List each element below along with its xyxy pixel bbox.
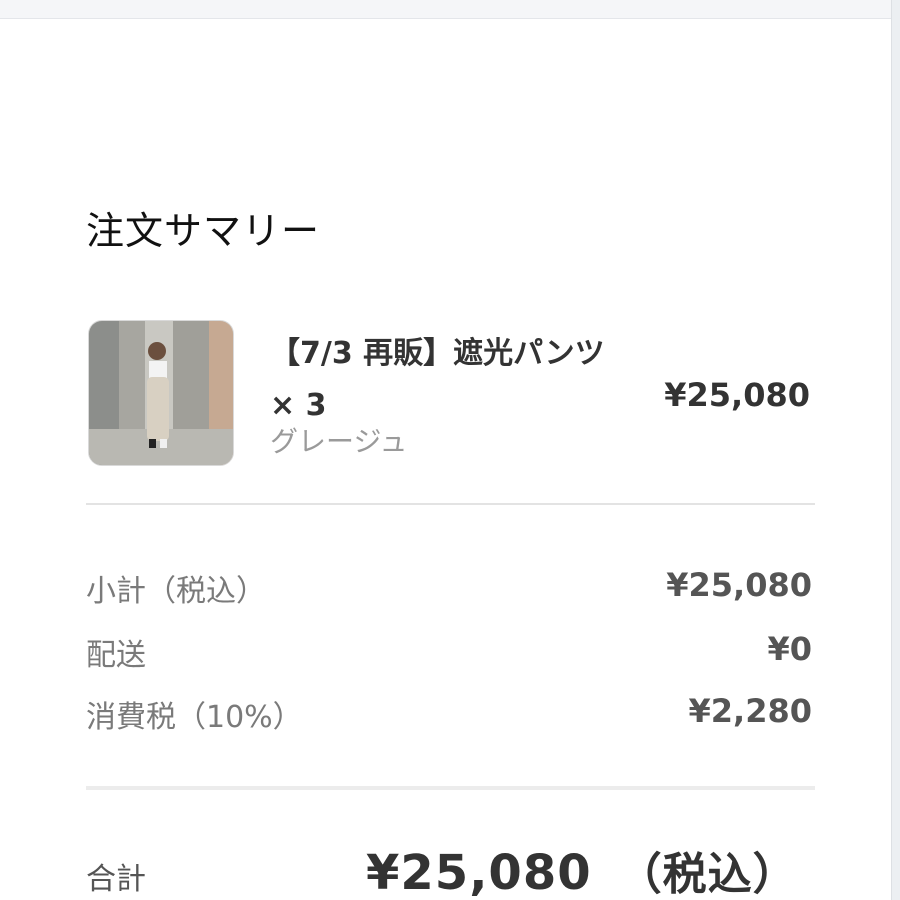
item-name: 【7/3 再販】遮光パンツ × 3 <box>270 336 605 423</box>
tax-value: ¥2,280 <box>688 692 812 730</box>
item-price: ¥25,080 <box>664 376 810 414</box>
tax-label: 消費税（10%） <box>86 700 303 735</box>
item-variant: グレージュ <box>270 425 408 458</box>
total-tax-note: （税込） <box>617 849 798 900</box>
shipping-label: 配送 <box>86 638 146 673</box>
product-thumbnail <box>88 320 234 466</box>
total-amount: ¥25,080 （税込） <box>366 838 798 900</box>
divider <box>86 786 815 790</box>
product-photo-icon <box>89 321 233 465</box>
subtotal-value: ¥25,080 <box>666 566 812 604</box>
divider <box>86 503 815 505</box>
scrollbar[interactable] <box>891 0 900 900</box>
subtotal-label: 小計（税込） <box>86 574 266 609</box>
shipping-value: ¥0 <box>767 630 812 668</box>
order-summary-page: 注文サマリー 【7/3 再販】遮光パンツ × 3 グレージュ ¥25,080 小… <box>0 0 900 900</box>
browser-top-bar <box>0 0 900 19</box>
total-label: 合計 <box>86 862 146 897</box>
total-value: ¥25,080 <box>366 845 592 900</box>
page-title: 注文サマリー <box>86 209 321 253</box>
